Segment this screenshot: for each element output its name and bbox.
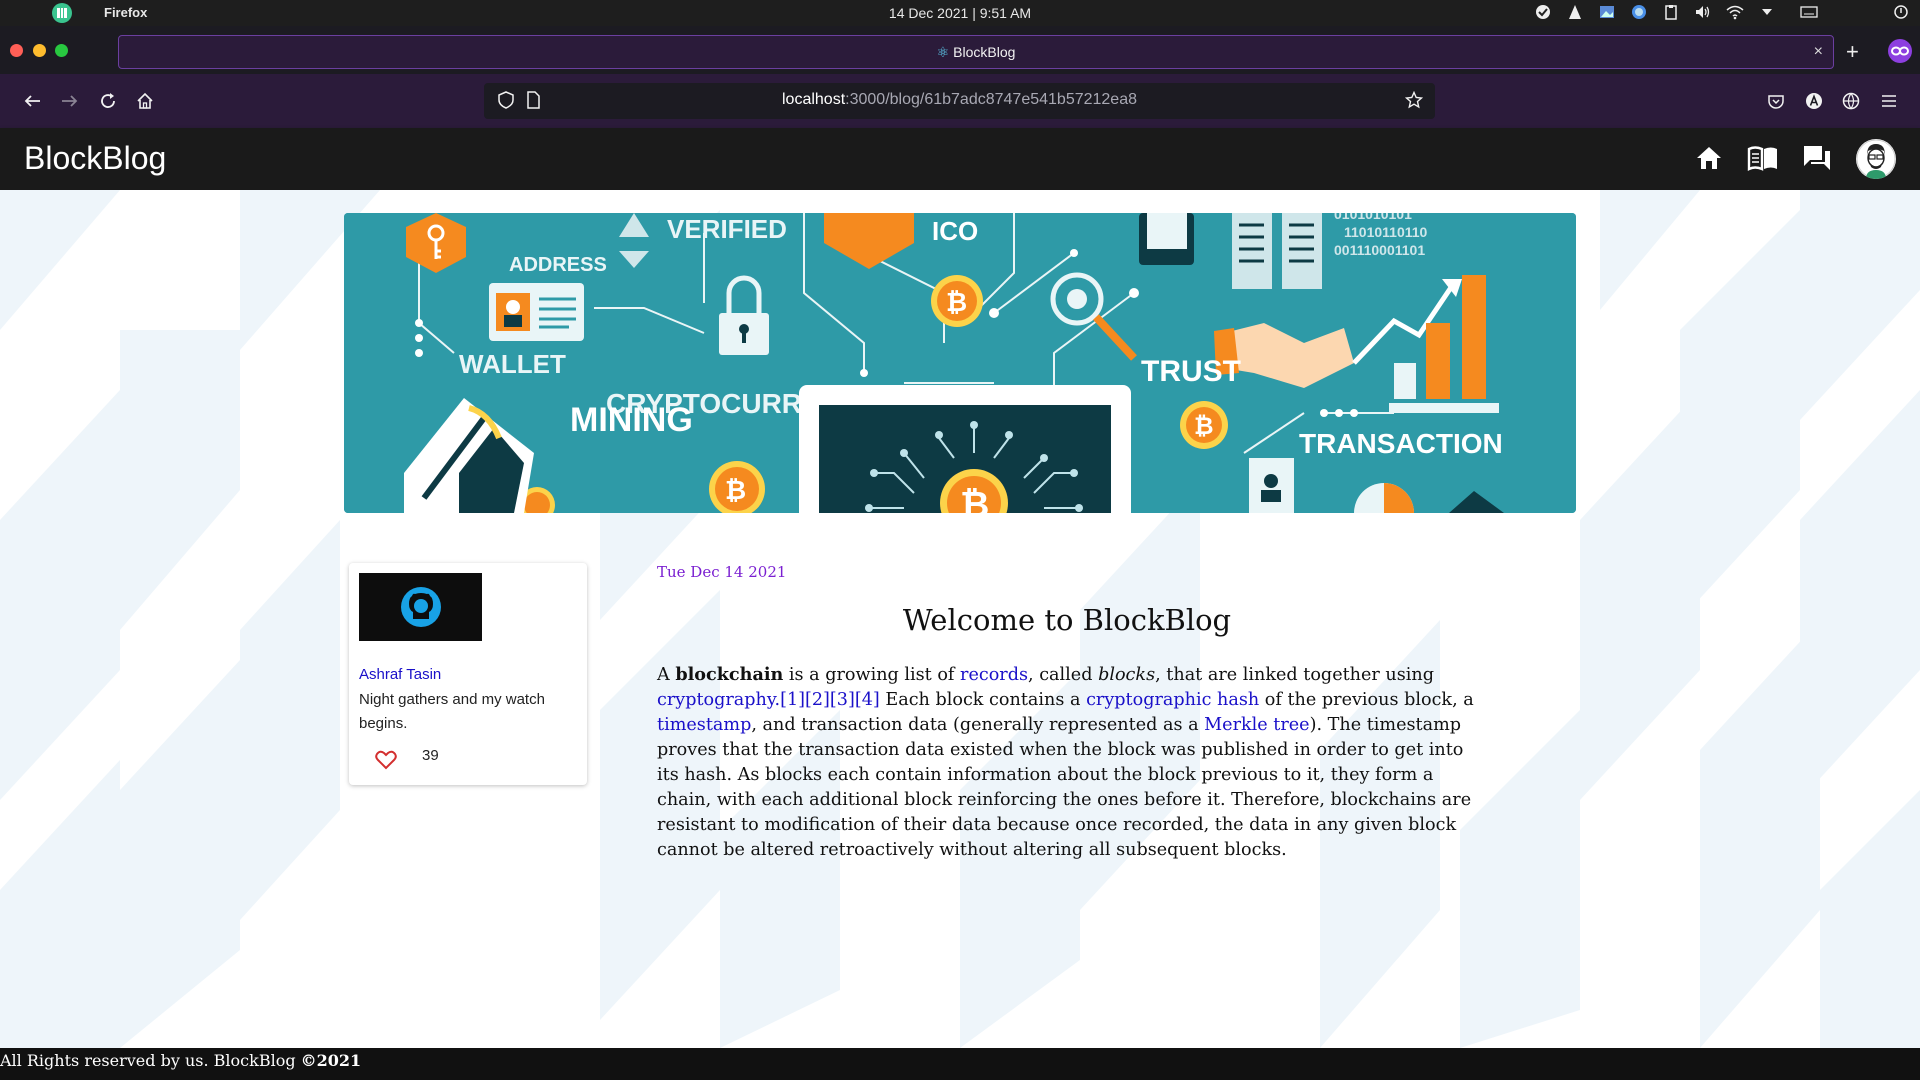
bookmark-star-icon[interactable]: [1404, 90, 1424, 114]
post-cover-banner: VERIFIED ADDRESS WALLET ICO CRYPTOCURREN…: [344, 213, 1576, 513]
body-text: ). The timestamp proves that the transac…: [657, 715, 1472, 860]
forum-chat-nav-icon[interactable]: [1800, 141, 1834, 175]
link-timestamp[interactable]: timestamp: [657, 715, 751, 735]
body-italic-blocks: blocks: [1098, 665, 1156, 685]
keyboard-icon[interactable]: [1800, 3, 1818, 21]
body-text: , and transaction data (generally repres…: [751, 715, 1205, 735]
footer-text: All Rights reserved by us. BlockBlog: [0, 1051, 301, 1070]
extension-globe-icon[interactable]: [1839, 89, 1863, 113]
like-count: 39: [422, 747, 439, 764]
blockchain-illustration: VERIFIED ADDRESS WALLET ICO CRYPTOCURREN…: [344, 213, 1576, 513]
link-merkle-tree[interactable]: Merkle tree: [1204, 715, 1309, 735]
account-icon[interactable]: [1802, 89, 1826, 113]
check-circle-icon[interactable]: [1534, 3, 1552, 21]
banner-label-wallet: WALLET: [459, 349, 566, 379]
window-close-button[interactable]: [10, 44, 23, 57]
author-bio: Night gathers and my watch begins.: [359, 691, 545, 732]
banner-label-trust: TRUST: [1141, 355, 1241, 388]
banner-label-mining: MINING: [570, 401, 693, 439]
post-article: Tue Dec 14 2021 Welcome to BlockBlog A b…: [657, 563, 1477, 863]
os-top-bar: Firefox 14 Dec 2021 | 9:51 AM: [0, 0, 1920, 26]
url-host: localhost: [782, 91, 846, 108]
window-maximize-button[interactable]: [55, 44, 68, 57]
window-minimize-button[interactable]: [33, 44, 46, 57]
banner-binary-1: 11010110110: [1344, 224, 1428, 240]
svg-text:₿: ₿: [960, 484, 989, 513]
open-book-nav-icon[interactable]: [1746, 141, 1780, 175]
banner-label-verified: VERIFIED: [667, 214, 787, 244]
clipboard-icon[interactable]: [1662, 3, 1680, 21]
body-text: , that are linked together using: [1155, 665, 1434, 685]
banner-binary-0: 0101010101: [1334, 213, 1412, 222]
banner-binary-2: 001110001101: [1334, 242, 1425, 258]
url-bar[interactable]: localhost:3000/blog/61b7adc8747e541b5721…: [484, 83, 1435, 119]
banner-label-ico: ICO: [932, 216, 978, 246]
heart-like-icon[interactable]: [375, 750, 397, 772]
url-text[interactable]: localhost:3000/blog/61b7adc8747e541b5721…: [484, 91, 1435, 109]
browser-nav-toolbar: localhost:3000/blog/61b7adc8747e541b5721…: [0, 74, 1920, 128]
author-card: Ashraf Tasin Night gathers and my watch …: [349, 563, 587, 785]
home-icon[interactable]: [133, 89, 157, 113]
home-nav-icon[interactable]: [1692, 141, 1726, 175]
wifi-icon[interactable]: [1726, 3, 1744, 21]
body-text: of the previous block, a: [1259, 690, 1474, 710]
banner-label-transaction: TRANSACTION: [1299, 428, 1503, 459]
body-text: , called: [1028, 665, 1099, 685]
svg-text:₿: ₿: [946, 287, 967, 317]
tab-title: BlockBlog: [953, 44, 1016, 60]
app-header: BlockBlog: [0, 128, 1920, 190]
post-title: Welcome to BlockBlog: [902, 603, 1232, 637]
author-image[interactable]: [359, 573, 482, 641]
vlc-icon[interactable]: [1566, 3, 1584, 21]
footer-copyright: ©2021: [300, 1051, 362, 1070]
author-name-link[interactable]: Ashraf Tasin: [359, 666, 441, 683]
body-text: is a growing list of: [783, 665, 961, 685]
back-arrow-icon[interactable]: [20, 89, 44, 113]
forward-arrow-icon[interactable]: [58, 89, 82, 113]
page-footer: All Rights reserved by us. BlockBlog ©20…: [0, 1048, 1920, 1080]
private-browsing-mask-icon[interactable]: [1888, 39, 1912, 63]
body-text: Each block contains a: [879, 690, 1087, 710]
power-icon[interactable]: [1892, 3, 1910, 21]
link-cryptographic-hash[interactable]: cryptographic hash: [1086, 690, 1259, 710]
bitcoin-coin-icon: ₿: [931, 275, 983, 327]
browser-tab-active[interactable]: ⚛ BlockBlog ×: [118, 35, 1834, 69]
image-app-icon[interactable]: [1598, 3, 1616, 21]
page-content: VERIFIED ADDRESS WALLET ICO CRYPTOCURREN…: [0, 190, 1920, 1048]
brand-logo-text[interactable]: BlockBlog: [24, 140, 166, 177]
url-path: :3000/blog/61b7adc8747e541b57212ea8: [845, 91, 1137, 108]
post-date: Tue Dec 14 2021: [657, 563, 787, 581]
reload-icon[interactable]: [96, 89, 120, 113]
github-octocat-icon: [400, 587, 441, 627]
post-body: A blockchain is a growing list of record…: [657, 662, 1477, 863]
volume-icon[interactable]: [1694, 3, 1712, 21]
tray-dropdown-icon[interactable]: [1758, 3, 1776, 21]
pocket-icon[interactable]: [1764, 89, 1788, 113]
tab-title-wrap: ⚛ BlockBlog: [119, 44, 1833, 61]
system-tray: [1534, 3, 1910, 21]
svg-text:₿: ₿: [1194, 413, 1214, 440]
hamburger-menu-icon[interactable]: [1877, 89, 1901, 113]
react-favicon-icon: ⚛: [936, 44, 950, 60]
body-bold-blockchain: blockchain: [675, 664, 784, 685]
browser-tab-strip: ⚛ BlockBlog × +: [0, 26, 1920, 74]
svg-text:₿: ₿: [725, 475, 746, 505]
body-text: A: [657, 665, 676, 685]
link-cryptography[interactable]: cryptography.[1][2][3][4]: [657, 690, 880, 710]
banner-label-address: ADDRESS: [509, 254, 607, 276]
user-avatar[interactable]: [1856, 139, 1896, 179]
tab-close-icon[interactable]: ×: [1814, 43, 1823, 61]
globe-app-icon[interactable]: [1630, 3, 1648, 21]
new-tab-button[interactable]: +: [1846, 39, 1859, 65]
link-records[interactable]: records: [960, 665, 1028, 685]
